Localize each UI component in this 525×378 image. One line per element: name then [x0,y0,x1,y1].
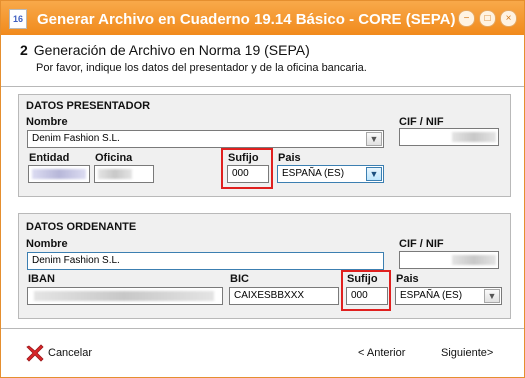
next-button[interactable]: Siguiente> [441,347,493,359]
presentador-nombre-combo[interactable]: Denim Fashion S.L. ▼ [27,130,384,148]
ordenante-cif-label: CIF / NIF [399,238,444,250]
window-title: Generar Archivo en Cuaderno 19.14 Básico… [37,11,456,28]
presentador-pais-label: Pais [278,152,301,164]
redacted-value [452,132,496,142]
presentador-oficina-field[interactable] [94,165,154,183]
redacted-value [452,255,496,265]
chevron-down-icon[interactable]: ▼ [484,289,500,303]
maximize-button[interactable]: □ [479,10,496,27]
wizard-window: 16 Generar Archivo en Cuaderno 19.14 Bás… [0,0,525,378]
back-button[interactable]: < Anterior [358,347,405,359]
presentador-oficina-label: Oficina [95,152,133,164]
ordenante-pais-value: ESPAÑA (ES) [400,290,463,301]
close-button[interactable]: × [500,10,517,27]
header-divider [1,86,524,87]
redacted-value [32,169,86,179]
cancel-x-icon[interactable] [26,344,44,362]
redacted-value [98,169,132,179]
calendar-icon: 16 [9,9,27,29]
presentador-sufijo-highlight [221,148,273,189]
presentador-nombre-label: Nombre [26,116,68,128]
chevron-down-icon[interactable]: ▼ [366,132,382,146]
presentador-cif-label: CIF / NIF [399,116,444,128]
redacted-value [34,291,214,301]
ordenante-group-title: DATOS ORDENANTE [26,221,137,233]
footer-divider [1,328,524,329]
presentador-pais-value: ESPAÑA (ES) [282,168,345,179]
cancel-button[interactable]: Cancelar [48,347,92,359]
step-subtitle: Por favor, indique los datos del present… [36,62,367,74]
presentador-pais-select[interactable]: ESPAÑA (ES) ▼ [277,165,384,183]
presentador-entidad-label: Entidad [29,152,70,164]
presentador-group-title: DATOS PRESENTADOR [26,100,151,112]
minimize-button[interactable]: − [458,10,475,27]
ordenante-cif-field[interactable] [399,251,499,269]
title-bar[interactable]: 16 Generar Archivo en Cuaderno 19.14 Bás… [1,1,524,35]
presentador-nombre-value: Denim Fashion S.L. [32,133,120,144]
ordenante-iban-label: IBAN [28,273,55,285]
ordenante-pais-label: Pais [396,273,419,285]
presentador-entidad-field[interactable] [28,165,90,183]
step-title: Generación de Archivo en Norma 19 (SEPA) [33,42,310,58]
presentador-cif-field[interactable] [399,128,499,146]
ordenante-bic-label: BIC [230,273,249,285]
ordenante-group: DATOS ORDENANTE Nombre Denim Fashion S.L… [18,213,511,319]
step-number: 2 [20,42,28,58]
ordenante-bic-field[interactable]: CAIXESBBXXX [229,287,339,305]
chevron-down-icon[interactable]: ▼ [366,167,382,181]
ordenante-pais-select[interactable]: ESPAÑA (ES) ▼ [395,287,502,305]
ordenante-sufijo-highlight [341,270,391,311]
ordenante-nombre-label: Nombre [26,238,68,250]
ordenante-nombre-field[interactable]: Denim Fashion S.L. [27,252,384,270]
ordenante-iban-field[interactable] [27,287,223,305]
step-heading: 2 Generación de Archivo en Norma 19 (SEPA… [20,42,310,58]
